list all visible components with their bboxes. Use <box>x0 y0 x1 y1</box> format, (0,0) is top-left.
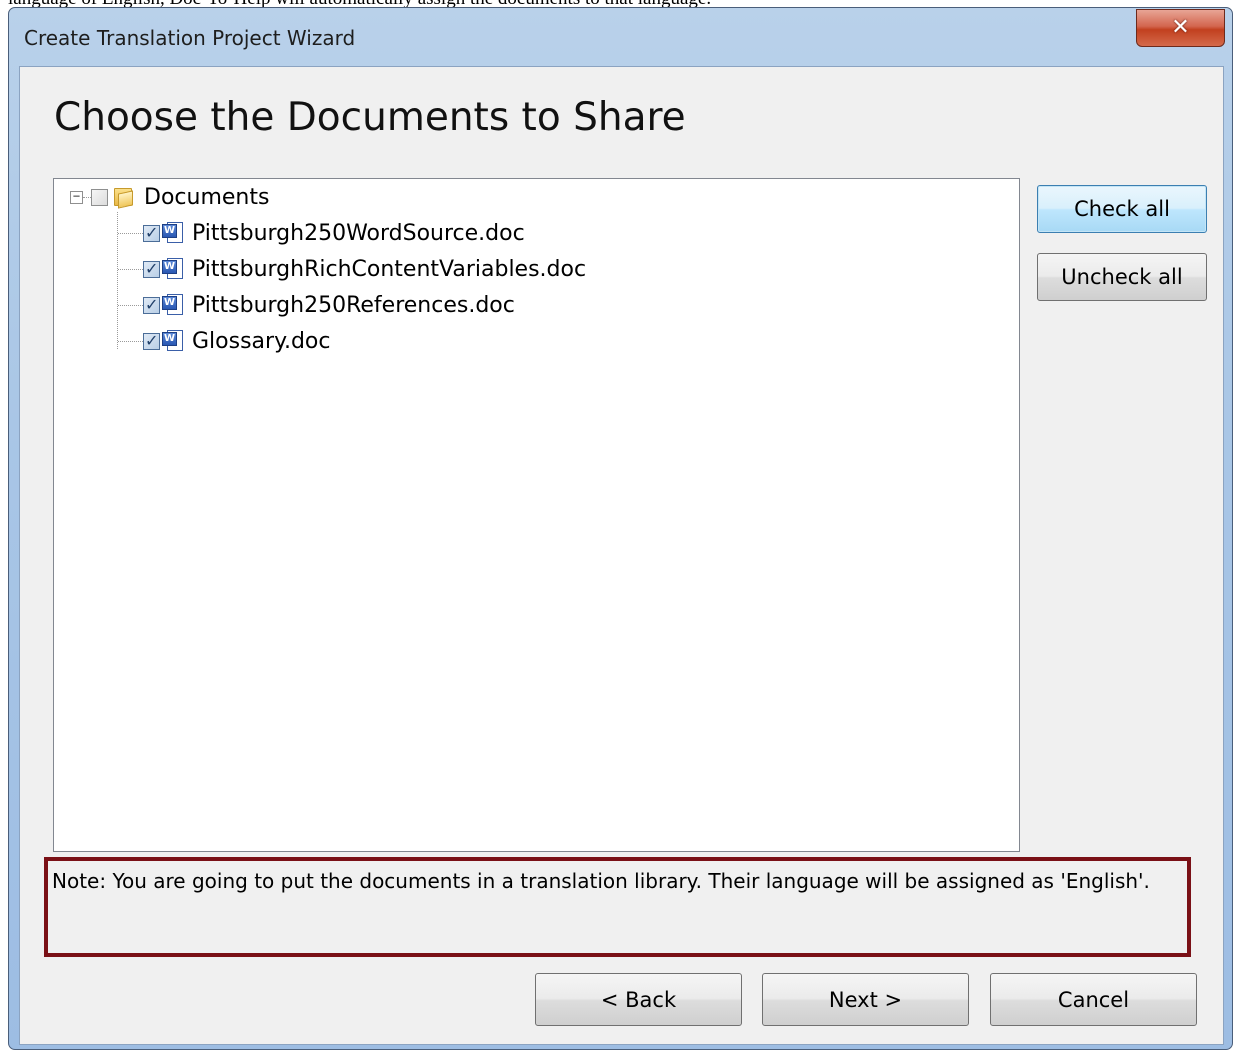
tree-connector <box>118 268 143 270</box>
cancel-button[interactable]: Cancel <box>990 973 1197 1026</box>
tree-node-documents[interactable]: − Documents <box>70 182 269 212</box>
document-checkbox[interactable] <box>143 331 160 350</box>
tree-connector <box>118 340 143 342</box>
tree-node-label: Glossary.doc <box>192 328 331 354</box>
word-document-icon: W <box>162 293 184 317</box>
tree-connector <box>118 304 143 306</box>
close-icon: ✕ <box>1171 15 1190 40</box>
documents-checkbox[interactable] <box>91 188 108 206</box>
next-button[interactable]: Next > <box>762 973 969 1026</box>
page-title: Choose the Documents to Share <box>54 95 686 140</box>
tree-node-document[interactable]: W Pittsburgh250References.doc <box>118 290 515 320</box>
tree-node-label: Pittsburgh250WordSource.doc <box>192 220 525 246</box>
word-document-icon: W <box>162 329 184 353</box>
language-note: Note: You are going to put the documents… <box>44 857 1191 957</box>
tree-node-document[interactable]: W Glossary.doc <box>118 326 330 356</box>
tree-node-document[interactable]: W PittsburghRichContentVariables.doc <box>118 254 586 284</box>
tree-connector <box>83 196 91 198</box>
window-title: Create Translation Project Wizard <box>24 26 356 50</box>
wizard-client-area: Choose the Documents to Share − Document… <box>19 66 1224 1045</box>
document-checkbox[interactable] <box>143 259 160 278</box>
tree-node-label: PittsburghRichContentVariables.doc <box>192 256 587 282</box>
uncheck-all-button[interactable]: Uncheck all <box>1037 253 1207 301</box>
word-document-icon: W <box>162 221 184 245</box>
back-button[interactable]: < Back <box>535 973 742 1026</box>
word-document-icon: W <box>162 257 184 281</box>
folder-icon <box>112 186 136 209</box>
document-checkbox[interactable] <box>143 295 160 314</box>
document-checkbox[interactable] <box>143 223 160 242</box>
tree-node-label: Documents <box>144 184 270 210</box>
documents-tree[interactable]: − Documents W Pittsburgh250WordSource.do… <box>53 178 1020 852</box>
tree-node-document[interactable]: W Pittsburgh250WordSource.doc <box>118 218 525 248</box>
close-button[interactable]: ✕ <box>1136 9 1225 47</box>
check-all-button[interactable]: Check all <box>1037 185 1207 233</box>
wizard-window: Create Translation Project Wizard ✕ Choo… <box>8 7 1233 1050</box>
collapse-toggle-icon[interactable]: − <box>70 190 83 204</box>
tree-node-label: Pittsburgh250References.doc <box>192 292 515 318</box>
tree-connector <box>118 232 143 234</box>
